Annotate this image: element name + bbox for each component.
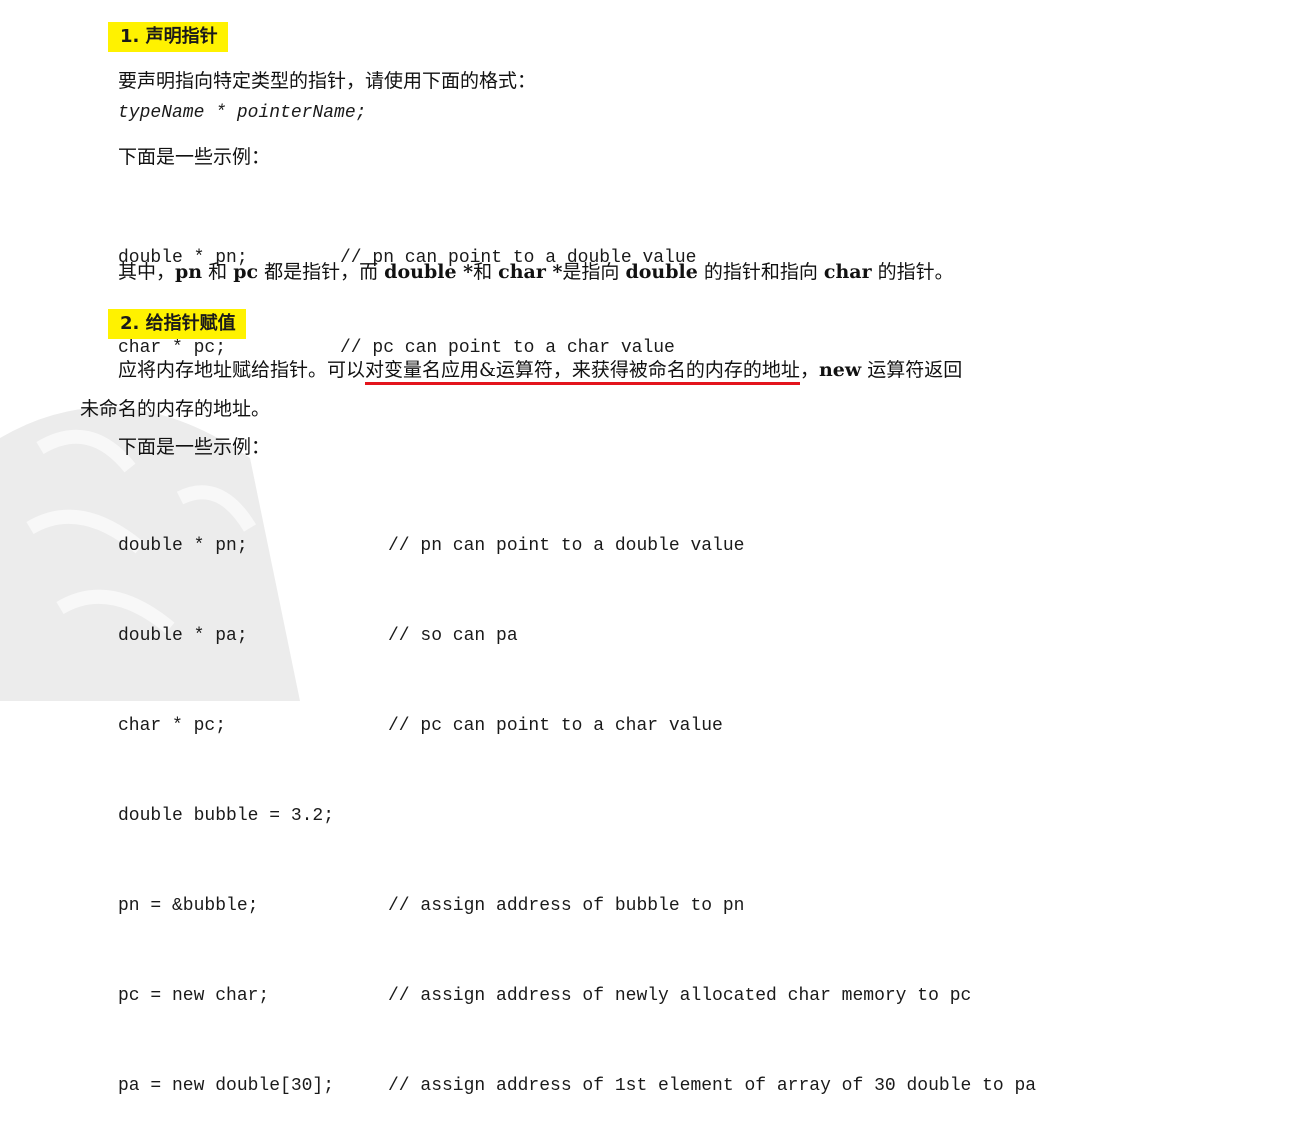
section1-examples-label: 下面是一些示例：: [118, 146, 271, 168]
section1-heading: 1. 声明指针: [108, 22, 228, 52]
section2-examples-label: 下面是一些示例：: [118, 436, 271, 458]
red-underline-highlight: 对变量名应用&运算符，来获得被命名的内存的地址: [365, 359, 800, 385]
section1-intro: 要声明指向特定类型的指针，请使用下面的格式：: [118, 70, 537, 92]
code-line: double * pa;// so can pa: [118, 626, 518, 646]
code-line: char * pc;// pc can point to a char valu…: [118, 716, 723, 736]
section1-syntax: typeName * pointerName;: [118, 103, 367, 123]
code-line: pc = new char;// assign address of newly…: [118, 986, 972, 1006]
code-line: double * pn;// pn can point to a double …: [118, 536, 745, 556]
section2-paragraph-line2: 未命名的内存的地址。: [80, 398, 271, 420]
section1-summary: 其中，pn 和 pc 都是指针，而 double *和 char *是指向 do…: [118, 261, 954, 283]
code-line: pa = new double[30];// assign address of…: [118, 1076, 1037, 1096]
section2-paragraph-line1: 应将内存地址赋给指针。可以对变量名应用&运算符，来获得被命名的内存的地址，new…: [118, 357, 962, 385]
section2-code-block: double * pn;// pn can point to a double …: [118, 471, 1036, 1131]
code-line: double bubble = 3.2;: [118, 806, 335, 826]
code-line: pn = &bubble;// assign address of bubble…: [118, 896, 745, 916]
section2-heading: 2. 给指针赋值: [108, 309, 246, 339]
